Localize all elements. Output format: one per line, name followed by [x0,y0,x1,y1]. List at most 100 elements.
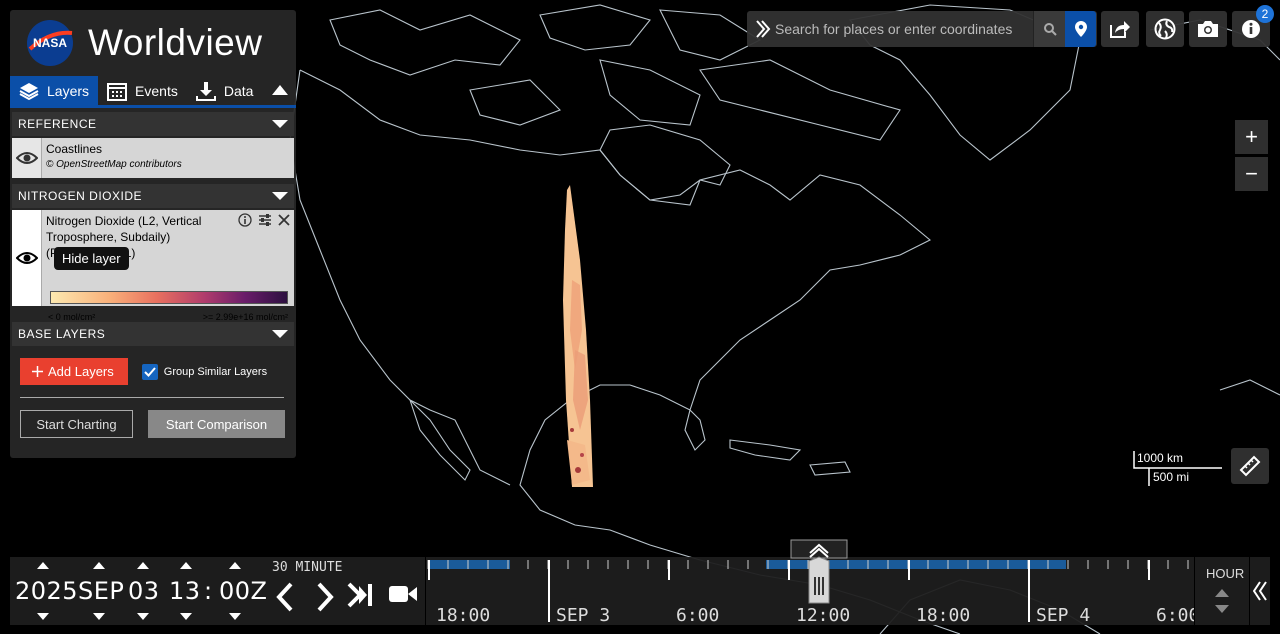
info-icon [1242,20,1260,38]
timeline-label: 18:00 [916,605,971,625]
legend-max: >= 2.99e+16 mol/cm² [202,312,288,322]
divider [20,397,284,398]
chevron-down-icon [272,192,288,200]
add-layers-button[interactable]: Add Layers [20,358,128,385]
timeline-label: SEP 3 [556,605,611,625]
coastlines [289,4,1280,634]
timeline-label: 18:00 [436,605,491,625]
sidebar-tabs: Layers Events Data [10,76,296,108]
group-reference-header[interactable]: REFERENCE [12,112,294,136]
tab-data[interactable]: Data [187,76,263,105]
month-down-button[interactable] [93,613,105,620]
share-icon [1110,21,1130,38]
hour-up-button[interactable] [180,562,192,569]
info-button[interactable]: 2 [1232,5,1274,47]
location-pin-icon [1074,21,1087,37]
group-similar-toggle[interactable]: Group Similar Layers [141,363,267,380]
layer-coastlines[interactable]: Coastlines © OpenStreetMap contributors [12,138,294,178]
layer-attribution: © OpenStreetMap contributors [46,159,182,170]
map-scale: 1000 km 500 mi [1133,449,1223,489]
date-selector: 2025 SEP 03 13 : 00Z 30 MINUTE [10,557,425,625]
start-charting-button[interactable]: Start Charting [20,410,133,438]
collapse-timeline-button[interactable] [1250,557,1270,625]
svg-text:NASA: NASA [33,36,67,50]
eye-icon [15,252,38,264]
group-base-title: BASE LAYERS [18,327,106,341]
chevron-right-icon[interactable] [316,582,334,612]
measure-button[interactable] [1231,448,1269,484]
settings-sliders-icon[interactable] [258,213,272,227]
plus-icon [32,366,43,377]
share-button[interactable] [1101,11,1139,47]
group-base-header[interactable]: BASE LAYERS [12,322,294,346]
nasa-logo[interactable]: NASA [26,19,74,67]
year-down-button[interactable] [37,613,49,620]
interval-label[interactable]: 30 MINUTE [272,560,342,575]
search-input[interactable] [775,21,1033,37]
info-icon[interactable] [238,213,252,227]
projection-button[interactable] [1146,11,1184,47]
chevron-left-icon[interactable] [276,582,294,612]
layer-title: Coastlines [46,142,103,156]
day-input[interactable]: 03 [128,577,160,605]
add-layers-label: Add Layers [48,364,114,379]
globe-icon [1154,18,1176,40]
timescale-label: HOUR [1206,566,1245,581]
search-submit-button[interactable] [1033,11,1065,47]
group-reference-title: REFERENCE [18,117,97,131]
minute-input[interactable]: 00Z [219,577,267,605]
checkmark-icon [144,366,156,377]
hour-input[interactable]: 13 [169,577,201,605]
caret-up-icon [272,85,288,95]
camera-icon [1198,21,1218,37]
tab-layers[interactable]: Layers [10,76,99,105]
hide-layer-tooltip: Hide layer [54,247,129,270]
timeline-label: SEP 4 [1036,605,1091,625]
minute-down-button[interactable] [229,613,241,620]
skip-to-now-icon[interactable] [347,582,375,608]
no2-swath [563,185,593,487]
group-no2-header[interactable]: NITROGEN DIOXIDE [12,184,294,208]
month-input[interactable]: SEP [78,577,124,605]
scale-mi: 500 mi [1153,470,1190,484]
tab-events[interactable]: Events [98,76,187,105]
layers-icon [19,82,39,100]
tab-layers-label: Layers [47,82,90,99]
group-similar-checkbox[interactable] [141,363,158,380]
scale-km: 1000 km [1137,451,1184,465]
timeline-label: 12:00 [796,605,851,625]
layer-no2[interactable]: Nitrogen Dioxide (L2, Vertical Troposphe… [12,210,294,322]
double-chevron-left-icon [1253,581,1267,601]
double-chevron-right-icon [756,20,771,38]
toggle-visibility-coastlines[interactable] [12,138,42,178]
toggle-visibility-no2[interactable] [12,210,42,306]
day-down-button[interactable] [137,613,149,620]
minute-up-button[interactable] [229,562,241,569]
chevron-down-icon [272,120,288,128]
video-camera-icon[interactable] [388,584,418,604]
month-up-button[interactable] [93,562,105,569]
zoom-in-button[interactable]: + [1235,120,1268,154]
app-title: Worldview [88,22,263,63]
ruler-icon [1239,455,1261,477]
search-expand-button[interactable] [751,20,775,38]
timescale-selector[interactable]: HOUR [1195,557,1249,625]
day-up-button[interactable] [137,562,149,569]
timeline-handle[interactable] [790,539,848,605]
collapse-sidebar-button[interactable] [270,80,290,100]
location-pin-button[interactable] [1065,11,1096,47]
download-icon [195,81,216,101]
close-icon[interactable] [278,214,290,226]
hour-down-button[interactable] [180,613,192,620]
year-input[interactable]: 2025 [15,577,78,605]
snapshot-button[interactable] [1189,11,1227,47]
tab-events-label: Events [135,82,178,99]
timescale-arrows-icon[interactable] [1214,587,1230,617]
sidebar: NASA Worldview Layers Events Data REFERE… [10,10,296,458]
start-comparison-button[interactable]: Start Comparison [148,410,285,438]
zoom-out-button[interactable]: − [1235,157,1268,191]
legend-min: < 0 mol/cm² [48,312,96,322]
calendar-icon [107,82,128,101]
year-up-button[interactable] [37,562,49,569]
timeline-label: 6:00 [676,605,720,625]
